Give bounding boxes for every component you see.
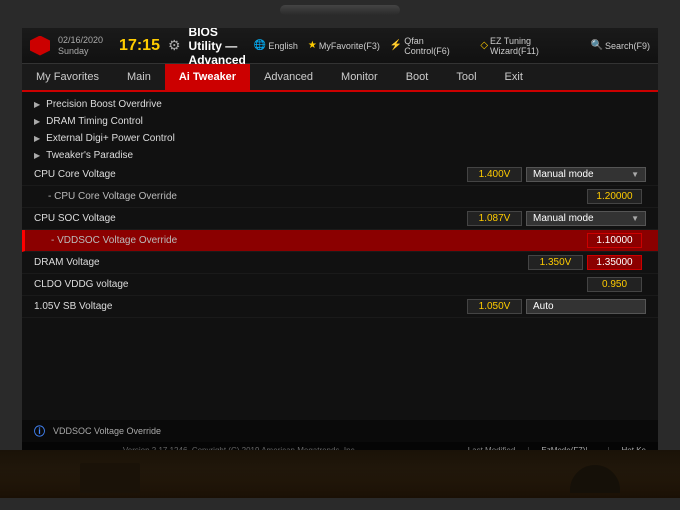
star-icon: ★ <box>308 40 317 51</box>
section-dram-timing[interactable]: ▶ DRAM Timing Control <box>22 113 658 130</box>
label-cpu-core-voltage: CPU Core Voltage <box>34 169 467 180</box>
value-cpu-core-voltage-override: 1.20000 <box>587 189 642 204</box>
main-content: ▶ Precision Boost Overdrive ▶ DRAM Timin… <box>22 92 658 420</box>
tab-tool[interactable]: Tool <box>442 64 490 90</box>
arrow-icon: ▶ <box>34 151 40 160</box>
monitor-outer: 02/16/2020 Sunday 17:15 ⚙ UEFI BIOS Util… <box>0 0 680 510</box>
header-date: 02/16/2020 Sunday <box>58 35 103 57</box>
label-cpu-core-voltage-override: - CPU Core Voltage Override <box>34 191 587 202</box>
room-background <box>0 450 680 498</box>
light-bar <box>280 5 400 15</box>
info-bar: ⓘ VDDSOC Voltage Override <box>22 420 658 442</box>
search-icon: 🔍 <box>591 40 603 51</box>
value-vddsoc-voltage-override: 1.10000 <box>587 233 642 248</box>
arrow-icon: ▶ <box>34 100 40 109</box>
info-text: VDDSOC Voltage Override <box>53 426 161 436</box>
dropdown-arrow-icon: ▼ <box>631 214 639 223</box>
shortcut-english[interactable]: 🌐 English <box>254 40 298 51</box>
bios-screen: 02/16/2020 Sunday 17:15 ⚙ UEFI BIOS Util… <box>22 28 658 450</box>
row-cldo-vddg[interactable]: CLDO VDDG voltage 0.950 <box>22 274 658 296</box>
tab-my-favorites[interactable]: My Favorites <box>22 64 113 90</box>
arrow-icon: ▶ <box>34 117 40 126</box>
label-dram-voltage: DRAM Voltage <box>34 257 528 268</box>
label-cldo-vddg: CLDO VDDG voltage <box>34 279 311 290</box>
arrow-icon: ▶ <box>34 134 40 143</box>
row-dram-voltage[interactable]: DRAM Voltage 1.350V 1.35000 <box>22 252 658 274</box>
label-105v-sb-voltage: 1.05V SB Voltage <box>34 301 467 312</box>
row-cpu-soc-voltage[interactable]: CPU SOC Voltage 1.087V Manual mode ▼ <box>22 208 658 230</box>
fan-icon: ⚡ <box>390 40 402 51</box>
section-external-digi[interactable]: ▶ External Digi+ Power Control <box>22 130 658 147</box>
rog-icon <box>30 36 50 56</box>
tab-monitor[interactable]: Monitor <box>327 64 392 90</box>
gear-symbol: ⚙ <box>168 37 181 54</box>
row-vddsoc-voltage-override[interactable]: - VDDSOC Voltage Override 1.10000 <box>22 230 658 252</box>
value-cpu-soc-voltage: 1.087V <box>467 211 522 226</box>
value-cldo-vddg: 0.950 <box>587 277 642 292</box>
shortcut-qfan[interactable]: ⚡ Qfan Control(F6) <box>390 36 470 56</box>
tab-main[interactable]: Main <box>113 64 165 90</box>
nav-tabs: My Favorites Main Ai Tweaker Advanced Mo… <box>22 64 658 92</box>
value-dram-voltage: 1.350V <box>528 255 583 270</box>
shortcut-myfavorite[interactable]: ★ MyFavorite(F3) <box>308 40 380 51</box>
shortcut-search[interactable]: 🔍 Search(F9) <box>591 40 650 51</box>
globe-icon: 🌐 <box>254 40 266 51</box>
header-bar: 02/16/2020 Sunday 17:15 ⚙ UEFI BIOS Util… <box>22 28 658 64</box>
tab-boot[interactable]: Boot <box>392 64 443 90</box>
section-precision-boost[interactable]: ▶ Precision Boost Overdrive <box>22 96 658 113</box>
row-cpu-core-voltage-override[interactable]: - CPU Core Voltage Override 1.20000 <box>22 186 658 208</box>
header-shortcuts: 🌐 English ★ MyFavorite(F3) ⚡ Qfan Contro… <box>254 36 650 56</box>
value2-dram-voltage: 1.35000 <box>587 255 642 270</box>
wizard-icon: ◇ <box>480 40 488 51</box>
label-vddsoc-voltage-override: - VDDSOC Voltage Override <box>37 235 587 246</box>
row-cpu-core-voltage[interactable]: CPU Core Voltage 1.400V Manual mode ▼ <box>22 164 658 186</box>
version-bar: Version 2.17.1246. Copyright (C) 2019 Am… <box>22 442 658 450</box>
tab-exit[interactable]: Exit <box>491 64 537 90</box>
tab-advanced[interactable]: Advanced <box>250 64 327 90</box>
tab-ai-tweaker[interactable]: Ai Tweaker <box>165 64 250 90</box>
dropdown-arrow-icon: ▼ <box>631 170 639 179</box>
section-tweakers-paradise[interactable]: ▶ Tweaker's Paradise <box>22 147 658 164</box>
rog-logo <box>30 36 50 56</box>
info-icon: ⓘ <box>34 423 45 439</box>
value-cpu-core-voltage: 1.400V <box>467 167 522 182</box>
shortcut-ez-tuning[interactable]: ◇ EZ Tuning Wizard(F11) <box>480 36 580 56</box>
content-area: ▶ Precision Boost Overdrive ▶ DRAM Timin… <box>22 92 658 420</box>
dropdown-cpu-soc-voltage[interactable]: Manual mode ▼ <box>526 211 646 226</box>
monitor-bottom: LG <box>0 450 680 510</box>
label-cpu-soc-voltage: CPU SOC Voltage <box>34 213 467 224</box>
dropdown-105v-sb-voltage[interactable]: Auto <box>526 299 646 314</box>
value-105v-sb-voltage: 1.050V <box>467 299 522 314</box>
header-time: 17:15 <box>119 37 160 55</box>
row-105v-sb-voltage[interactable]: 1.05V SB Voltage 1.050V Auto <box>22 296 658 318</box>
dropdown-cpu-core-voltage[interactable]: Manual mode ▼ <box>526 167 646 182</box>
